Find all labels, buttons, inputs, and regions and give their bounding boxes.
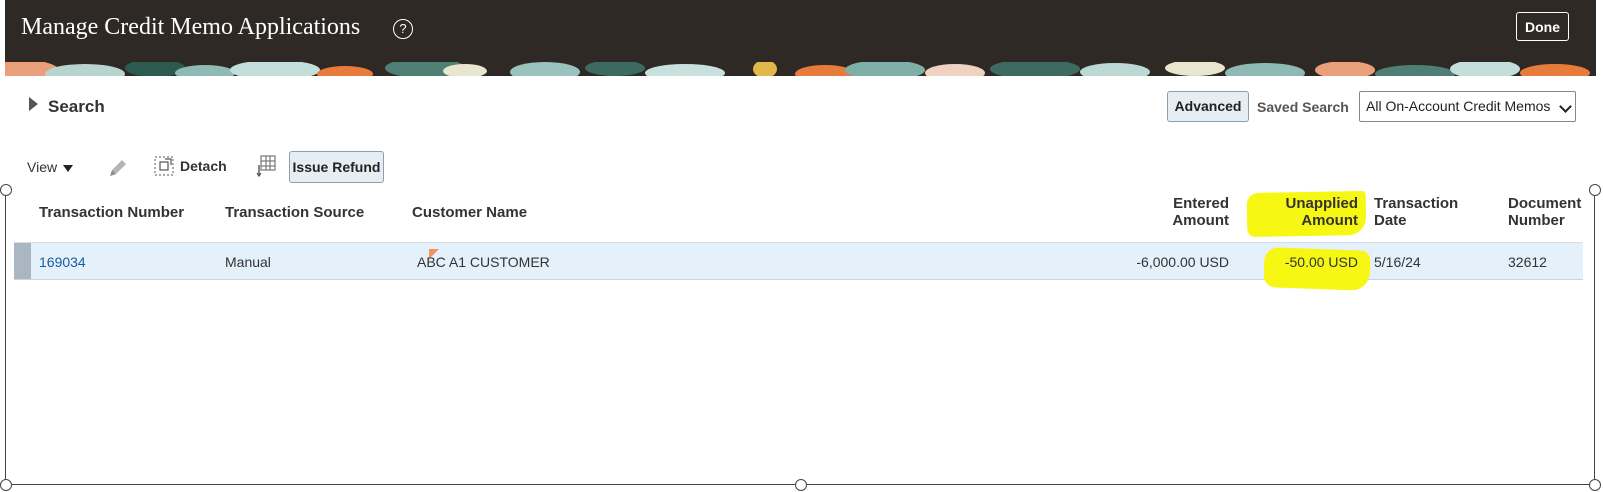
- search-expand-icon[interactable]: [29, 97, 38, 111]
- resize-handle[interactable]: [1589, 479, 1601, 491]
- column-header-transaction-source[interactable]: Transaction Source: [225, 204, 364, 221]
- column-header-unapplied-amount[interactable]: Unapplied Amount: [1258, 195, 1358, 229]
- view-menu-label: View: [27, 159, 58, 175]
- pencil-icon[interactable]: [106, 156, 130, 180]
- detach-button[interactable]: Detach: [180, 158, 227, 174]
- customer-name-cell: ABC A1 CUSTOMER: [417, 254, 550, 270]
- row-selector[interactable]: [14, 243, 31, 279]
- column-header-transaction-number[interactable]: Transaction Number: [39, 204, 184, 221]
- caret-down-icon: [63, 164, 74, 172]
- credit-memo-table: Transaction Number Transaction Source Cu…: [14, 189, 1583, 291]
- frame-border-right: [1594, 189, 1595, 485]
- column-header-entered-amount[interactable]: Entered Amount: [1129, 195, 1229, 229]
- frame-border-left: [5, 189, 6, 485]
- question-circle-icon[interactable]: ?: [393, 19, 413, 39]
- decorative-banner: [5, 62, 1596, 76]
- issue-refund-button[interactable]: Issue Refund: [289, 151, 384, 183]
- entered-amount-cell: -6,000.00 USD: [1136, 254, 1229, 270]
- resize-handle[interactable]: [795, 479, 807, 491]
- column-header-customer-name[interactable]: Customer Name: [412, 204, 527, 221]
- unapplied-amount-cell: -50.00 USD: [1284, 254, 1358, 270]
- chevron-down-icon: [1559, 100, 1572, 113]
- saved-search-select[interactable]: All On-Account Credit Memos: [1359, 91, 1576, 122]
- resize-handle[interactable]: [1589, 184, 1601, 196]
- resize-handle[interactable]: [0, 479, 12, 491]
- table-row[interactable]: 169034 Manual ABC A1 CUSTOMER -6,000.00 …: [14, 243, 1583, 291]
- freeze-columns-icon[interactable]: [256, 155, 276, 177]
- saved-search-value: All On-Account Credit Memos: [1366, 98, 1551, 114]
- column-header-document-number[interactable]: Document Number: [1508, 195, 1581, 229]
- page-title: Manage Credit Memo Applications: [21, 14, 361, 40]
- transaction-date-cell: 5/16/24: [1374, 254, 1421, 270]
- page-header: Manage Credit Memo Applications ? Done: [5, 0, 1596, 62]
- column-header-transaction-date[interactable]: Transaction Date: [1374, 195, 1458, 229]
- resize-handle[interactable]: [0, 184, 12, 196]
- done-button[interactable]: Done: [1516, 12, 1569, 41]
- transaction-source-cell: Manual: [225, 254, 271, 270]
- saved-search-label: Saved Search: [1257, 99, 1349, 115]
- document-number-cell: 32612: [1508, 254, 1547, 270]
- detach-icon[interactable]: [154, 156, 174, 176]
- search-section-label[interactable]: Search: [48, 97, 105, 117]
- view-menu[interactable]: View: [27, 159, 74, 175]
- advanced-search-button[interactable]: Advanced: [1167, 91, 1249, 122]
- transaction-number-link[interactable]: 169034: [39, 254, 86, 270]
- banner-pattern: [5, 62, 1596, 76]
